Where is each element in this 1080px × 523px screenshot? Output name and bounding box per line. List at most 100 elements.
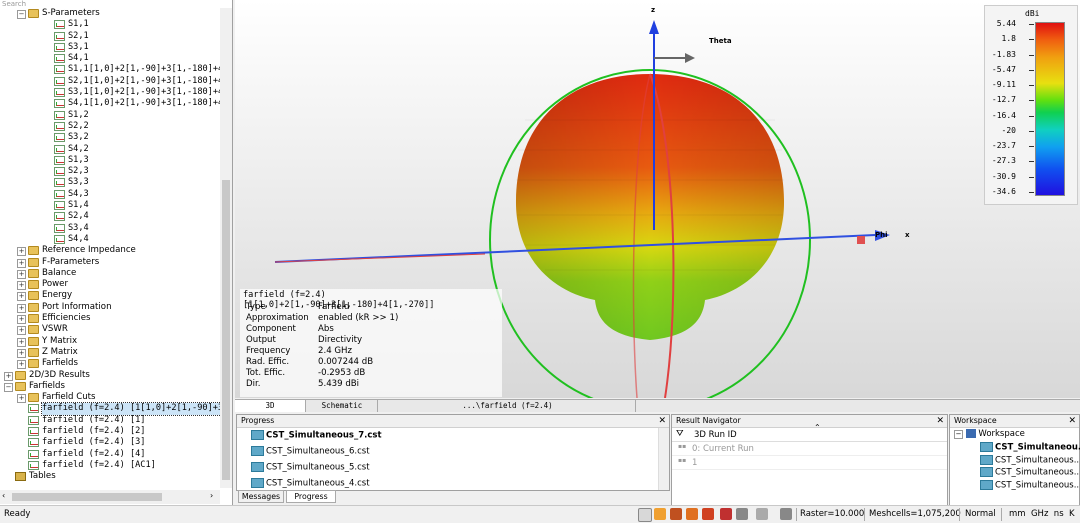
expand-icon[interactable]: +: [17, 281, 26, 291]
progress-item[interactable]: CST_Simultaneous_6.cst: [251, 446, 370, 457]
workspace-item[interactable]: CST_Simultaneous...: [980, 454, 1080, 465]
cube-view-icon[interactable]: [756, 508, 768, 520]
tree-item[interactable]: + Z Matrix: [0, 347, 220, 358]
tree-item[interactable]: + Energy: [0, 290, 220, 302]
tree-item[interactable]: S4,2: [0, 144, 220, 155]
tree-item[interactable]: + Farfield Cuts: [0, 392, 220, 404]
tab-progress[interactable]: Progress: [286, 490, 336, 503]
info-key: Component: [246, 324, 296, 334]
expand-icon[interactable]: +: [17, 303, 26, 313]
tree-item[interactable]: + F-Parameters: [0, 257, 220, 268]
progress-item[interactable]: CST_Simultaneous_4.cst: [251, 478, 370, 489]
workspace-root[interactable]: − Workspace: [954, 429, 1025, 439]
tree-item[interactable]: farfield (f=2.4) [3]: [0, 437, 220, 448]
expand-icon[interactable]: +: [17, 337, 26, 347]
rotate-icon[interactable]: [670, 508, 682, 520]
tree-item[interactable]: − S-Parameters: [0, 8, 220, 19]
expand-icon[interactable]: +: [17, 247, 26, 257]
legend-tick-label: -20: [1001, 125, 1016, 135]
scroll-right-icon[interactable]: ›: [210, 491, 213, 500]
tree-item[interactable]: S3,2: [0, 132, 220, 143]
tree-item[interactable]: + Y Matrix: [0, 336, 220, 347]
tree-item[interactable]: S2,1: [0, 31, 220, 42]
tree-item[interactable]: farfield (f=2.4) [1[1,0]+2[1,-90]+3[1,-1…: [0, 402, 232, 416]
tree-item[interactable]: S3,3: [0, 177, 220, 188]
tree-item[interactable]: + Reference Impedance: [0, 245, 220, 257]
expand-icon[interactable]: +: [4, 371, 13, 381]
expand-icon[interactable]: +: [17, 315, 26, 325]
tree-item[interactable]: + VSWR: [0, 324, 220, 336]
tab-farfield[interactable]: ...\farfield (f=2.4) [1[1,0]+2[1,-90]+3[…: [380, 400, 636, 422]
tree-item[interactable]: S2,3: [0, 166, 220, 177]
run-id-header[interactable]: 3D Run ID: [694, 430, 737, 440]
expand-icon[interactable]: +: [17, 269, 26, 279]
tree-item[interactable]: + Balance: [0, 268, 220, 279]
workspace-item[interactable]: CST_Simultaneous...: [980, 479, 1080, 490]
expand-icon[interactable]: +: [17, 394, 26, 404]
expand-icon[interactable]: +: [17, 258, 26, 268]
tree-item[interactable]: farfield (f=2.4) [AC1]: [0, 460, 220, 471]
tree-item[interactable]: Tables: [0, 471, 220, 482]
tree-item[interactable]: S4,1: [0, 53, 220, 64]
tree-search-input[interactable]: Search: [0, 0, 232, 8]
fit-view-icon[interactable]: [720, 508, 732, 520]
tree-item[interactable]: S4,1[1,0]+2[1,-90]+3[1,-180]+4[1,-270]: [0, 98, 232, 109]
progress-item[interactable]: CST_Simultaneous_7.cst: [251, 430, 382, 441]
expand-icon[interactable]: +: [17, 360, 26, 370]
expand-icon[interactable]: +: [17, 348, 26, 358]
collapse-icon[interactable]: −: [4, 382, 13, 392]
progress-scrollbar[interactable]: [658, 428, 669, 490]
collapse-icon[interactable]: −: [17, 10, 26, 19]
folder-icon: [15, 370, 26, 380]
tree-vertical-scroll-thumb[interactable]: [222, 180, 230, 480]
tab-3d[interactable]: 3D: [235, 400, 306, 412]
tree-item[interactable]: S3,1: [0, 42, 220, 53]
legend-tick-label: -23.7: [991, 141, 1016, 151]
pan-icon[interactable]: [654, 508, 666, 520]
filter-icon[interactable]: ⛛: [676, 429, 684, 439]
zoom-icon[interactable]: [638, 508, 652, 522]
progress-item[interactable]: CST_Simultaneous_5.cst: [251, 462, 370, 473]
tree-item[interactable]: S1,1: [0, 19, 220, 30]
tree-item[interactable]: S1,4: [0, 200, 220, 211]
tab-messages[interactable]: Messages: [238, 490, 284, 503]
tree-item[interactable]: farfield (f=2.4) [4]: [0, 449, 220, 460]
tree-item[interactable]: farfield (f=2.4) [2]: [0, 426, 220, 437]
tree-item[interactable]: farfield (f=2.4) [1]: [0, 415, 220, 426]
tree-item[interactable]: S2,1[1,0]+2[1,-90]+3[1,-180]+4[1,-270]: [0, 76, 232, 87]
tree-item[interactable]: S2,4: [0, 211, 220, 222]
tree-item[interactable]: S4,3: [0, 189, 220, 200]
tree-item[interactable]: + Efficiencies: [0, 313, 220, 325]
tree-item[interactable]: S3,4: [0, 223, 220, 234]
tree-item[interactable]: S2,2: [0, 121, 220, 132]
units-readout[interactable]: mm GHz ns K: [1009, 509, 1075, 519]
cst-file-icon: [980, 467, 993, 477]
close-icon[interactable]: ✕: [936, 415, 944, 427]
tree-item[interactable]: S4,4: [0, 234, 220, 245]
tree-item[interactable]: S1,3: [0, 155, 220, 166]
tree-item[interactable]: S1,2: [0, 110, 220, 121]
tree-item[interactable]: + Port Information: [0, 302, 220, 313]
tree-item[interactable]: + Power: [0, 279, 220, 291]
workspace-item[interactable]: CST_Simultaneous...: [980, 467, 1080, 478]
tree-item[interactable]: S1,1[1,0]+2[1,-90]+3[1,-180]+4[1,-270]: [0, 64, 232, 75]
reset-view-icon[interactable]: [702, 508, 714, 520]
result-row-current[interactable]: ▪▪ 0: Current Run: [672, 443, 947, 456]
expand-icon[interactable]: +: [17, 292, 26, 302]
tree-item[interactable]: S3,1[1,0]+2[1,-90]+3[1,-180]+4[1,-270]: [0, 87, 232, 98]
layout-icon[interactable]: [780, 508, 792, 520]
tree-horizontal-scroll-thumb[interactable]: [12, 493, 162, 501]
tree-item-label: Y Matrix: [42, 335, 78, 346]
close-icon[interactable]: ✕: [658, 415, 666, 427]
tree-item[interactable]: +2D/3D Results: [0, 370, 220, 381]
workspace-item[interactable]: CST_Simultaneou...: [980, 442, 1080, 453]
scroll-left-icon[interactable]: ‹: [2, 491, 5, 500]
tree-item[interactable]: − Farfields: [0, 381, 220, 392]
expand-icon[interactable]: +: [17, 326, 26, 336]
spin-icon[interactable]: [686, 508, 698, 520]
result-row-1[interactable]: ▪▪ 1: [672, 457, 947, 470]
close-icon[interactable]: ✕: [1068, 415, 1076, 427]
tree-item[interactable]: + Farfields: [0, 358, 220, 370]
tab-schematic[interactable]: Schematic: [307, 400, 378, 412]
select-icon[interactable]: [736, 508, 748, 520]
